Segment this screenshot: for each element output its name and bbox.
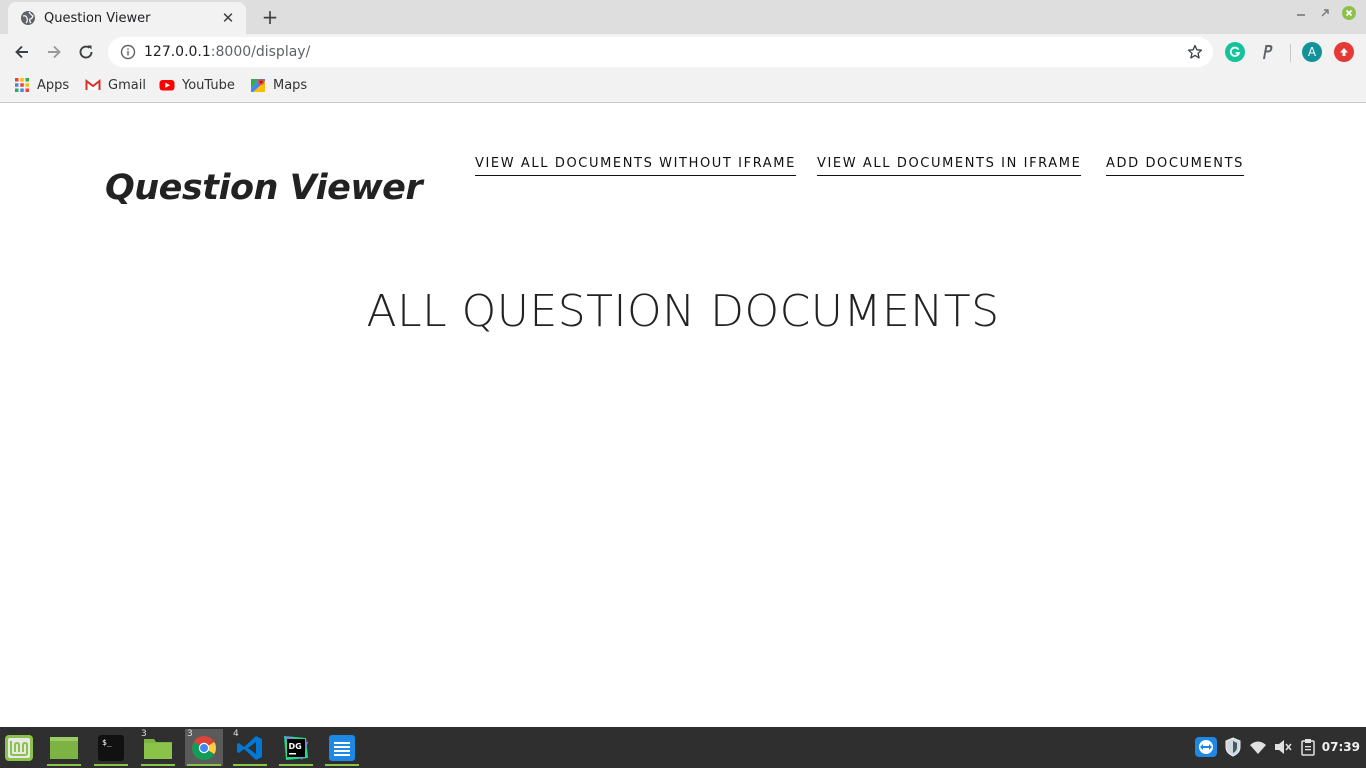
svg-text:$_: $_	[102, 738, 112, 747]
bookmark-label: Gmail	[108, 77, 146, 93]
task-indicator	[47, 764, 81, 766]
window-close-icon[interactable]	[1342, 6, 1356, 20]
clock[interactable]: 07:39	[1322, 740, 1360, 754]
bookmark-star-icon[interactable]	[1187, 44, 1203, 60]
grammarly-icon[interactable]	[1225, 42, 1245, 62]
apps-grid-icon	[14, 77, 30, 93]
youtube-icon	[159, 77, 175, 93]
forward-arrow-icon	[48, 45, 61, 59]
reload-icon	[79, 45, 93, 59]
toolbar-separator	[1290, 44, 1291, 62]
tab-title: Question Viewer	[44, 10, 151, 26]
gmail-icon	[85, 77, 101, 93]
window-count: 4	[233, 729, 239, 739]
bookmark-youtube[interactable]: YouTube	[159, 77, 235, 93]
wifi-icon[interactable]	[1248, 737, 1268, 757]
teamviewer-icon[interactable]	[1194, 737, 1218, 757]
nav-view-in-iframe[interactable]: VIEW ALL DOCUMENTS IN IFRAME	[817, 156, 1082, 176]
minimize-icon[interactable]	[1294, 6, 1308, 20]
new-tab-button[interactable]: +	[258, 5, 282, 29]
url-path: :8000/display/	[210, 44, 311, 60]
globe-icon	[20, 10, 36, 26]
bookmark-label: Maps	[273, 77, 308, 93]
task-indicator	[233, 764, 267, 766]
maps-icon	[250, 77, 266, 93]
terminal-icon[interactable]: $_	[92, 729, 130, 766]
vscode-icon[interactable]: 4	[231, 729, 269, 766]
nav-add-documents[interactable]: ADD DOCUMENTS	[1106, 156, 1245, 176]
reload-button[interactable]	[74, 40, 98, 64]
bookmark-label: Apps	[37, 77, 70, 93]
task-indicator	[325, 764, 359, 766]
forward-button[interactable]	[42, 40, 66, 64]
page-heading: ALL QUESTION DOCUMENTS	[366, 286, 1000, 337]
extension-update-icon[interactable]	[1334, 42, 1354, 62]
bookmark-maps[interactable]: Maps	[250, 77, 307, 93]
datagrip-icon[interactable]: DG	[277, 729, 315, 766]
bookmark-label: YouTube	[182, 77, 235, 93]
bookmarks-bar: Apps Gmail YouTube Maps	[0, 70, 1366, 103]
browser-tabstrip: Question Viewer ✕ +	[0, 0, 1366, 34]
tab-close-icon[interactable]: ✕	[220, 9, 236, 27]
task-indicator	[141, 764, 175, 766]
volume-muted-icon[interactable]	[1273, 737, 1293, 757]
task-indicator	[187, 764, 221, 766]
profile-avatar[interactable]: A	[1302, 42, 1322, 62]
back-button[interactable]	[10, 40, 34, 64]
mint-menu-icon[interactable]	[0, 729, 38, 766]
restore-icon[interactable]	[1318, 6, 1332, 20]
url-host: 127.0.0.1	[144, 44, 211, 60]
back-arrow-icon	[15, 45, 28, 59]
info-icon[interactable]	[120, 44, 136, 60]
bookmark-apps[interactable]: Apps	[14, 77, 69, 93]
paypal-icon[interactable]	[1257, 42, 1277, 62]
files-icon[interactable]	[45, 729, 83, 766]
window-count: 3	[187, 729, 193, 739]
web-page: Question Viewer VIEW ALL DOCUMENTS WITHO…	[0, 104, 1366, 727]
browser-toolbar: 127.0.0.1:8000/display/ A	[0, 34, 1366, 70]
clipboard-icon[interactable]	[1298, 737, 1318, 757]
folder-icon[interactable]: 3	[139, 729, 177, 766]
chrome-icon[interactable]: 3	[185, 729, 223, 766]
tab-question-viewer[interactable]: Question Viewer ✕	[8, 2, 246, 34]
window-controls	[1294, 6, 1356, 20]
os-taskbar: $_ 3 3 4 DG 07:39	[0, 727, 1366, 768]
address-bar[interactable]: 127.0.0.1:8000/display/	[108, 37, 1213, 67]
text-editor-icon[interactable]	[323, 729, 361, 766]
site-title[interactable]: Question Viewer	[105, 168, 423, 208]
task-indicator	[279, 764, 313, 766]
window-count: 3	[141, 729, 147, 739]
bookmark-gmail[interactable]: Gmail	[85, 77, 146, 93]
task-indicator	[94, 764, 128, 766]
shield-icon[interactable]	[1223, 737, 1243, 757]
nav-view-without-iframe[interactable]: VIEW ALL DOCUMENTS WITHOUT IFRAME	[475, 156, 796, 176]
svg-text:DG: DG	[289, 742, 302, 751]
